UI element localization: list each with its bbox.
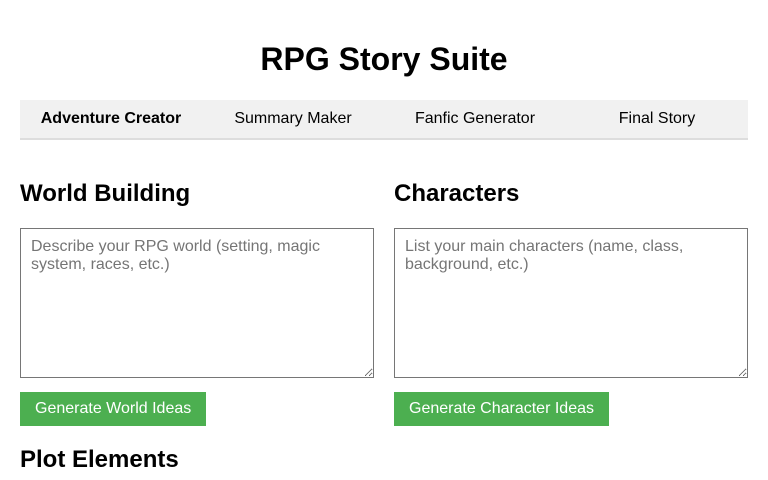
generate-world-ideas-button[interactable]: Generate World Ideas <box>20 392 207 426</box>
tab-final-story[interactable]: Final Story <box>566 100 748 138</box>
tab-summary-maker[interactable]: Summary Maker <box>202 100 384 138</box>
page-title: RPG Story Suite <box>260 41 508 77</box>
tab-adventure-creator[interactable]: Adventure Creator <box>20 100 202 138</box>
world-building-input[interactable] <box>20 228 374 378</box>
tab-bar: Adventure Creator Summary Maker Fanfic G… <box>20 100 748 140</box>
generate-character-ideas-button[interactable]: Generate Character Ideas <box>394 392 609 426</box>
tab-fanfic-generator[interactable]: Fanfic Generator <box>384 100 566 138</box>
world-building-heading: World Building <box>20 180 191 207</box>
characters-heading: Characters <box>394 180 520 207</box>
plot-elements-heading: Plot Elements <box>20 446 179 473</box>
page: RPG Story Suite Adventure Creator Summar… <box>0 0 768 480</box>
characters-input[interactable] <box>394 228 748 378</box>
